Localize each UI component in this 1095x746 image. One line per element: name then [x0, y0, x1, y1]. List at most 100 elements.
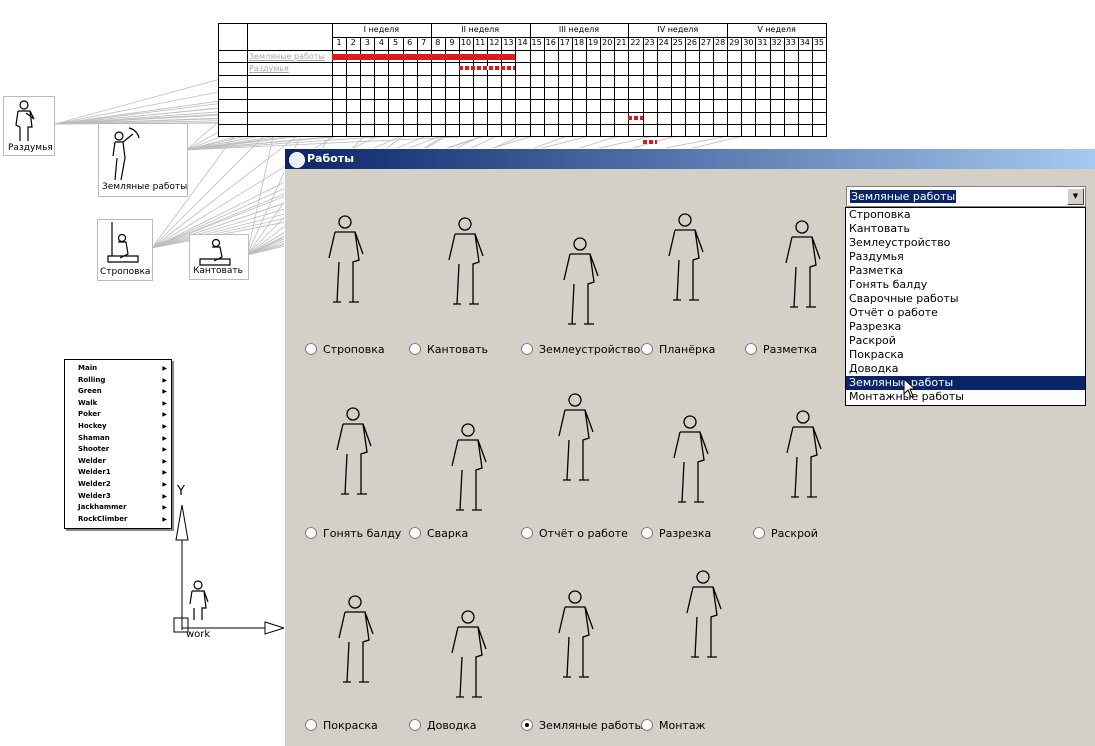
dropdown-item[interactable]: Сварочные работы: [846, 292, 1085, 306]
chevron-down-icon[interactable]: ▼: [1067, 188, 1084, 205]
radio-option[interactable]: Разрезка: [641, 527, 711, 540]
radio-button[interactable]: [409, 343, 421, 355]
radio-button[interactable]: [521, 719, 533, 731]
radio-button[interactable]: [305, 719, 317, 731]
menu-item-hockey[interactable]: Hockey ▶: [65, 421, 171, 433]
worker-figure-icon: [558, 590, 594, 678]
radio-option[interactable]: Кантовать: [409, 343, 488, 356]
day-label: 26: [686, 38, 697, 47]
radio-button[interactable]: [409, 527, 421, 539]
dropdown-item[interactable]: Отчёт о работе: [846, 306, 1085, 320]
submenu-arrow-icon: ▶: [162, 411, 167, 419]
day-label: 19: [588, 38, 599, 47]
dropdown-item[interactable]: Разрезка: [846, 320, 1085, 334]
radio-option[interactable]: Разметка: [745, 343, 817, 356]
origin-worker-icon: [189, 580, 209, 620]
radio-option[interactable]: Земляные работы: [521, 719, 643, 732]
thumb-razdumya[interactable]: Раздумья: [3, 96, 55, 156]
day-label: 15: [531, 38, 542, 47]
day-label: 24: [658, 38, 669, 47]
day-label: 16: [545, 38, 556, 47]
radio-button[interactable]: [641, 719, 653, 731]
dropdown-item[interactable]: Землеустройство: [846, 236, 1085, 250]
thumb-zemlyanye[interactable]: Земляные работы: [98, 123, 188, 197]
submenu-arrow-icon: ▶: [162, 434, 167, 442]
radio-button[interactable]: [521, 527, 533, 539]
radio-button[interactable]: [753, 527, 765, 539]
radio-button[interactable]: [521, 343, 533, 355]
work-type-dropdown-list[interactable]: Строповка Кантовать Землеустройство Раздумь…: [845, 207, 1086, 406]
radio-option[interactable]: Сварка: [409, 527, 468, 540]
day-label: 29: [729, 38, 740, 47]
animation-menu: Main ▶ Rolling ▶ Green ▶ Walk ▶ Poker ▶ Hockey ▶ Sha…: [64, 359, 172, 529]
dropdown-item[interactable]: Монтажные работы: [846, 390, 1085, 404]
radio-option[interactable]: Планёрка: [641, 343, 715, 356]
menu-item-shooter[interactable]: Shooter ▶: [65, 444, 171, 456]
radio-option[interactable]: Землеустройство: [521, 343, 640, 356]
dropdown-item[interactable]: Земляные работы: [846, 376, 1085, 390]
radio-label: Разрезка: [659, 527, 712, 540]
submenu-arrow-icon: ▶: [162, 515, 167, 523]
menu-item-welder2[interactable]: Welder2 ▶: [65, 479, 171, 491]
menu-item-welder3[interactable]: Welder3 ▶: [65, 491, 171, 503]
work-type-select[interactable]: Земляные работы ▼: [846, 186, 1086, 207]
dropdown-item[interactable]: Доводка: [846, 362, 1085, 376]
radio-button[interactable]: [305, 527, 317, 539]
thinking-worker-icon: [15, 100, 35, 141]
radio-option[interactable]: Покраска: [305, 719, 378, 732]
submenu-arrow-icon: ▶: [162, 480, 167, 488]
dropdown-item[interactable]: Покраска: [846, 348, 1085, 362]
day-label: 9: [449, 38, 455, 47]
menu-item-rockclimber[interactable]: RockClimber ▶: [65, 514, 171, 526]
dropdown-item[interactable]: Строповка: [846, 208, 1085, 222]
radio-button[interactable]: [745, 343, 757, 355]
menu-item-rolling[interactable]: Rolling ▶: [65, 375, 171, 387]
day-label: 32: [771, 38, 782, 47]
day-label: 22: [630, 38, 641, 47]
day-label: 13: [503, 38, 514, 47]
menu-item-label: RockClimber: [78, 514, 128, 523]
dropdown-item[interactable]: Гонять балду: [846, 278, 1085, 292]
day-label: 8: [435, 38, 441, 47]
menu-item-poker[interactable]: Poker ▶: [65, 409, 171, 421]
menu-item-welder1[interactable]: Welder1 ▶: [65, 467, 171, 479]
dropdown-item[interactable]: Раскрой: [846, 334, 1085, 348]
radio-option[interactable]: Отчёт о работе: [521, 527, 628, 540]
menu-item-green[interactable]: Green ▶: [65, 386, 171, 398]
radio-option[interactable]: Раскрой: [753, 527, 818, 540]
thumb-stropovka[interactable]: Строповка: [97, 219, 153, 281]
radio-label: Планёрка: [659, 343, 716, 356]
menu-item-jackhammer[interactable]: Jackhammer ▶: [65, 502, 171, 514]
radio-button[interactable]: [641, 343, 653, 355]
radio-option[interactable]: Доводка: [409, 719, 477, 732]
menu-item-label: Main: [78, 364, 98, 372]
radio-label: Монтаж: [659, 719, 706, 732]
dialog-titlebar[interactable]: Работы: [285, 149, 1095, 169]
week-label: III неделя: [558, 25, 600, 34]
dropdown-item[interactable]: Разметка: [846, 264, 1085, 278]
menu-item-welder[interactable]: Welder ▶: [65, 456, 171, 468]
menu-item-walk[interactable]: Walk ▶: [65, 398, 171, 410]
radio-option[interactable]: Гонять балду: [305, 527, 401, 540]
radio-option[interactable]: Монтаж: [641, 719, 705, 732]
menu-item-shaman[interactable]: Shaman ▶: [65, 433, 171, 445]
menu-item-label: Poker: [78, 410, 101, 419]
worker-figure-icon: [328, 215, 364, 303]
gantt-row-label: Раздумья: [249, 64, 289, 74]
radio-label: Гонять балду: [323, 527, 402, 540]
submenu-arrow-icon: ▶: [162, 376, 167, 384]
menu-item-main[interactable]: Main ▶: [65, 363, 171, 375]
radio-button[interactable]: [641, 527, 653, 539]
dropdown-item[interactable]: Раздумья: [846, 250, 1085, 264]
day-label: 1: [336, 38, 342, 47]
menu-item-label: Welder1: [78, 468, 111, 477]
dropdown-item[interactable]: Кантовать: [846, 222, 1085, 236]
thumb-label: Земляные работы: [102, 182, 188, 192]
radio-option[interactable]: Строповка: [305, 343, 385, 356]
origin-label: work: [186, 629, 211, 640]
menu-item-label: Welder2: [78, 479, 111, 488]
radio-button[interactable]: [305, 343, 317, 355]
radio-label: Покраска: [323, 719, 378, 732]
thumb-kantovat[interactable]: Кантовать: [189, 234, 249, 280]
radio-button[interactable]: [409, 719, 421, 731]
